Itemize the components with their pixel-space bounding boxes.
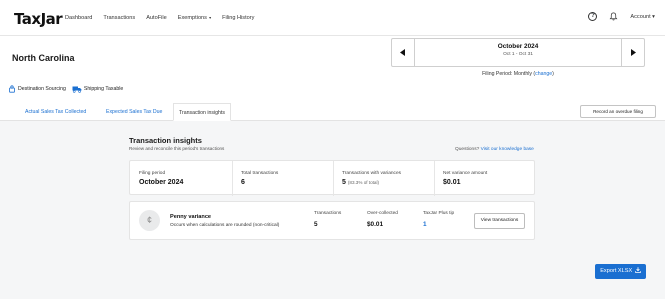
stat-label: Over-collected (367, 211, 398, 216)
nav-item-transactions[interactable]: Transactions (103, 15, 135, 21)
stat-value-number: 5 (342, 179, 346, 186)
stat-label: Total transactions (241, 171, 279, 176)
penny-variance-card: ¢ Penny variance Occurs when calculation… (129, 201, 535, 240)
badge-label: Destination Sourcing (18, 86, 66, 92)
divider (333, 161, 334, 196)
next-period-button[interactable] (621, 39, 644, 66)
variance-transactions: Transactions 5 (314, 211, 341, 228)
arrow-right-icon (631, 49, 636, 56)
stat-label: TaxJar Plus tip (423, 211, 455, 216)
variance-title: Penny variance (170, 214, 212, 220)
stat-value: 5 (83.3% of total) (342, 179, 401, 186)
nav-item-exemptions-label: Exemptions (177, 15, 207, 21)
stat-value: October 2024 (139, 179, 184, 186)
help-icon[interactable]: ? (588, 12, 598, 21)
variance-over-collected: Over-collected $0.01 (367, 211, 398, 228)
record-overdue-filing-button[interactable]: Record an overdue filing (580, 105, 656, 118)
stat-label: Transactions (314, 211, 342, 216)
top-right-controls: ? Account ▾ (588, 12, 655, 21)
period-range: Oct 1 - Oct 31 (503, 52, 533, 57)
questions-text: Questions? (455, 147, 480, 152)
section-subtitle: Review and reconcile this period's trans… (129, 146, 225, 151)
tab-expected-sales-tax[interactable]: Expected Sales Tax Due (106, 103, 162, 121)
divider (434, 161, 435, 196)
nav-item-autofile[interactable]: AutoFile (146, 15, 167, 21)
variance-description: Occurs when calculations are rounded (no… (170, 223, 280, 228)
sourcing-icon (9, 85, 15, 93)
change-filing-period-link[interactable]: change (535, 71, 552, 77)
section-title: Transaction insights (129, 136, 202, 145)
stat-value: 5 (314, 221, 318, 228)
filing-period-label: Filing Period: Monthly (482, 71, 532, 77)
download-icon (634, 266, 641, 273)
stat-total-transactions: Total transactions 6 (241, 171, 278, 186)
cent-icon: ¢ (139, 210, 160, 231)
account-menu[interactable]: Account ▾ (630, 14, 655, 20)
taxjar-logo[interactable]: TaxJar (14, 10, 63, 28)
period-month: October 2024 (497, 43, 539, 50)
stat-filing-period: Filing period October 2024 (139, 171, 183, 186)
account-label: Account (630, 13, 651, 20)
stat-transactions-with-variances: Transactions with variances 5 (83.3% of … (342, 171, 401, 186)
period-display: October 2024 Oct 1 - Oct 31 (415, 39, 621, 66)
tab-transaction-insights[interactable]: Transaction insights (173, 103, 231, 121)
tab-actual-sales-tax[interactable]: Actual Sales Tax Collected (25, 103, 86, 121)
variance-taxjar-plus-tip: TaxJar Plus tip 1 (423, 211, 454, 228)
stat-percentage: (83.3% of total) (347, 180, 380, 185)
arrow-left-icon (400, 49, 405, 56)
nav-item-exemptions[interactable]: Exemptions ▾ (178, 15, 211, 21)
stat-label: Net variance amount (443, 171, 488, 176)
knowledge-base-link[interactable]: Visit our knowledge base (481, 147, 534, 152)
chevron-down-icon: ▾ (650, 13, 655, 20)
badge-shipping-taxable: Shipping Taxable (72, 85, 123, 93)
export-label: Export XLSX (600, 268, 633, 274)
state-badges: Destination Sourcing Shipping Taxable (8, 85, 123, 93)
nav-items: Dashboard Transactions AutoFile Exemptio… (65, 15, 265, 21)
badge-label: Shipping Taxable (83, 86, 124, 92)
badge-destination-sourcing: Destination Sourcing (8, 85, 66, 93)
nav-item-dashboard[interactable]: Dashboard (65, 15, 92, 21)
filing-period-info: Filing Period: Monthly (change) (482, 71, 554, 77)
top-nav: TaxJar Dashboard Transactions AutoFile E… (0, 0, 665, 36)
chevron-down-icon: ▾ (207, 15, 212, 20)
page-title: North Carolina (12, 53, 75, 63)
export-xlsx-button[interactable]: Export XLSX (595, 264, 646, 279)
help-links: Questions? Visit our knowledge base (455, 147, 534, 152)
tab-bar: Actual Sales Tax Collected Expected Sale… (0, 103, 665, 121)
stat-label: Transactions with variances (342, 171, 402, 176)
stat-value: $0.01 (367, 221, 383, 228)
stats-card: Filing period October 2024 Total transac… (129, 160, 535, 196)
view-transactions-button[interactable]: View transactions (474, 213, 525, 229)
stat-net-variance: Net variance amount $0.01 (443, 171, 487, 186)
tip-count-link[interactable]: 1 (423, 221, 454, 228)
divider (232, 161, 233, 196)
nav-item-filing-history[interactable]: Filing History (222, 15, 254, 21)
period-selector: October 2024 Oct 1 - Oct 31 (391, 38, 645, 67)
previous-period-button[interactable] (392, 39, 415, 66)
stat-label: Filing period (139, 171, 166, 176)
truck-icon (72, 86, 82, 93)
stat-value: 6 (241, 179, 245, 186)
bell-icon[interactable] (609, 12, 618, 21)
stat-value: $0.01 (443, 179, 461, 186)
